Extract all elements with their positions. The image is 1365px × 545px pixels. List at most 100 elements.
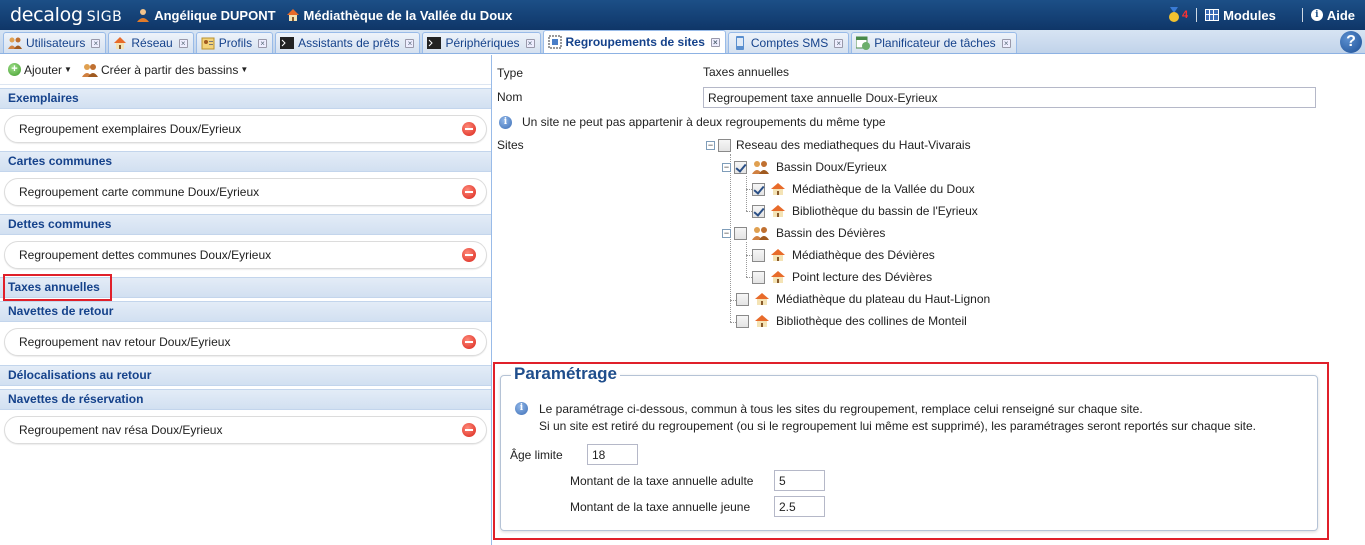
users-icon xyxy=(752,161,769,174)
tab-label: Profils xyxy=(218,36,253,50)
close-icon[interactable]: × xyxy=(525,38,535,48)
list-item[interactable]: Regroupement exemplaires Doux/Eyrieux xyxy=(4,115,487,143)
node-label: Bassin des Dévières xyxy=(776,226,886,240)
user-icon xyxy=(137,9,150,22)
site-checkbox[interactable] xyxy=(734,226,747,240)
site-checkbox[interactable] xyxy=(734,160,747,174)
group-header[interactable]: Dettes communes xyxy=(0,214,491,235)
node-label: Médiathèque de la Vallée du Doux xyxy=(792,182,975,196)
adult-tax-label: Montant de la taxe annuelle adulte xyxy=(570,474,754,488)
age-limit-label: Âge limite xyxy=(510,448,563,462)
fieldset-legend: Paramétrage xyxy=(511,364,621,384)
close-icon[interactable]: × xyxy=(1001,38,1011,48)
group-navettes-de-reservation: Navettes de réservation Regroupement nav… xyxy=(0,389,491,448)
tab-reseau[interactable]: Réseau × xyxy=(108,32,194,53)
tab-label: Périphériques xyxy=(445,36,520,50)
help-menu[interactable]: i Aide xyxy=(1310,7,1355,23)
site-checkbox[interactable] xyxy=(752,248,765,262)
library-house-icon xyxy=(286,9,299,21)
logo-suffix: SIGB xyxy=(86,9,123,25)
tree-node-site: Bibliothèque des collines de Monteil xyxy=(736,311,967,331)
list-item[interactable]: Regroupement dettes communes Doux/Eyrieu… xyxy=(4,241,487,269)
item-label: Regroupement exemplaires Doux/Eyrieux xyxy=(19,122,242,136)
profile-icon xyxy=(201,37,215,50)
site-checkbox[interactable] xyxy=(718,138,731,152)
group-header[interactable]: Exemplaires xyxy=(0,88,491,109)
tab-utilisateurs[interactable]: Utilisateurs × xyxy=(3,32,107,53)
remove-icon[interactable] xyxy=(462,423,476,437)
modules-menu[interactable]: Modules xyxy=(1205,8,1276,23)
group-header[interactable]: Cartes communes xyxy=(0,151,491,172)
left-toolbar: + Ajouter ▼ Créer à partir des bassins ▼ xyxy=(0,55,491,85)
help-button[interactable]: ? xyxy=(1340,31,1362,53)
node-label: Médiathèque du plateau du Haut-Lignon xyxy=(776,292,991,306)
close-icon[interactable]: × xyxy=(178,38,188,48)
house-icon xyxy=(755,315,769,327)
current-library[interactable]: Médiathèque de la Vallée du Doux xyxy=(286,7,513,23)
create-from-bassins-button[interactable]: Créer à partir des bassins ▼ xyxy=(81,63,249,77)
notifications[interactable]: 4 xyxy=(1167,7,1188,23)
collapse-toggle[interactable]: − xyxy=(722,162,731,172)
remove-icon[interactable] xyxy=(462,122,476,136)
close-icon[interactable]: × xyxy=(710,37,720,47)
info-icon: i xyxy=(1310,9,1323,21)
list-item[interactable]: Regroupement nav résa Doux/Eyrieux xyxy=(4,416,487,444)
terminal-icon xyxy=(280,37,295,49)
info-row: i Un site ne peut pas appartenir à deux … xyxy=(499,115,886,129)
item-label: Regroupement nav retour Doux/Eyrieux xyxy=(19,335,231,349)
app-logo: decalog SIGB xyxy=(0,4,122,26)
house-icon xyxy=(771,183,785,195)
tab-strip: Utilisateurs × Réseau × Profils × Assist… xyxy=(0,30,1365,54)
adult-tax-input[interactable] xyxy=(774,470,825,491)
list-item[interactable]: Regroupement nav retour Doux/Eyrieux xyxy=(4,328,487,356)
node-label: Bibliothèque du bassin de l'Eyrieux xyxy=(792,204,978,218)
age-limit-input[interactable] xyxy=(587,444,638,465)
close-icon[interactable]: × xyxy=(405,38,415,48)
tab-regroupements-de-sites[interactable]: Regroupements de sites × xyxy=(542,30,726,53)
library-name: Médiathèque de la Vallée du Doux xyxy=(303,7,513,23)
remove-icon[interactable] xyxy=(462,335,476,349)
name-input[interactable] xyxy=(703,87,1316,108)
param-info-line: Le paramétrage ci-dessous, commun à tous… xyxy=(539,402,1143,416)
remove-icon[interactable] xyxy=(462,248,476,262)
site-checkbox[interactable] xyxy=(752,182,765,196)
user-name: Angélique DUPONT xyxy=(154,7,276,23)
tab-label: Réseau xyxy=(131,36,173,50)
group-header[interactable]: Navettes de retour xyxy=(0,301,491,322)
collapse-toggle[interactable]: − xyxy=(722,228,731,238)
chevron-down-icon: ▼ xyxy=(240,65,249,74)
logo-text: decalog xyxy=(10,4,83,26)
parametrage-fieldset: Paramétrage i Le paramétrage ci-dessous,… xyxy=(500,364,1318,531)
close-icon[interactable]: × xyxy=(258,38,268,48)
list-item[interactable]: Regroupement carte commune Doux/Eyrieux xyxy=(4,178,487,206)
tab-comptes-sms[interactable]: Comptes SMS × xyxy=(727,32,850,53)
node-label: Point lecture des Dévières xyxy=(792,270,933,284)
close-icon[interactable]: × xyxy=(834,38,844,48)
add-button[interactable]: + Ajouter ▼ xyxy=(8,63,72,77)
tab-peripheriques[interactable]: Périphériques × xyxy=(422,32,541,53)
site-checkbox[interactable] xyxy=(736,292,749,306)
chevron-down-icon: ▼ xyxy=(64,65,72,74)
info-icon: i xyxy=(515,402,528,415)
group-header[interactable]: Délocalisations au retour xyxy=(0,365,491,386)
current-user[interactable]: Angélique DUPONT xyxy=(136,7,276,23)
tab-assistants-de-prets[interactable]: Assistants de prêts × xyxy=(275,32,421,53)
house-icon xyxy=(771,205,785,217)
help-label: Aide xyxy=(1326,7,1355,23)
site-checkbox[interactable] xyxy=(752,204,765,218)
young-tax-input[interactable] xyxy=(774,496,825,517)
close-icon[interactable]: × xyxy=(91,38,101,48)
site-checkbox[interactable] xyxy=(752,270,765,284)
tab-planificateur-de-taches[interactable]: Planificateur de tâches × xyxy=(851,32,1017,53)
add-label: Ajouter xyxy=(24,62,63,77)
collapse-toggle[interactable]: − xyxy=(706,140,715,150)
users-icon xyxy=(81,63,98,77)
house-icon xyxy=(114,37,127,49)
users-icon xyxy=(8,37,22,49)
tab-label: Regroupements de sites xyxy=(565,35,705,49)
group-header[interactable]: Navettes de réservation xyxy=(0,389,491,410)
remove-icon[interactable] xyxy=(462,185,476,199)
site-checkbox[interactable] xyxy=(736,314,749,328)
tab-profils[interactable]: Profils × xyxy=(195,32,274,53)
add-icon: + xyxy=(8,63,21,76)
